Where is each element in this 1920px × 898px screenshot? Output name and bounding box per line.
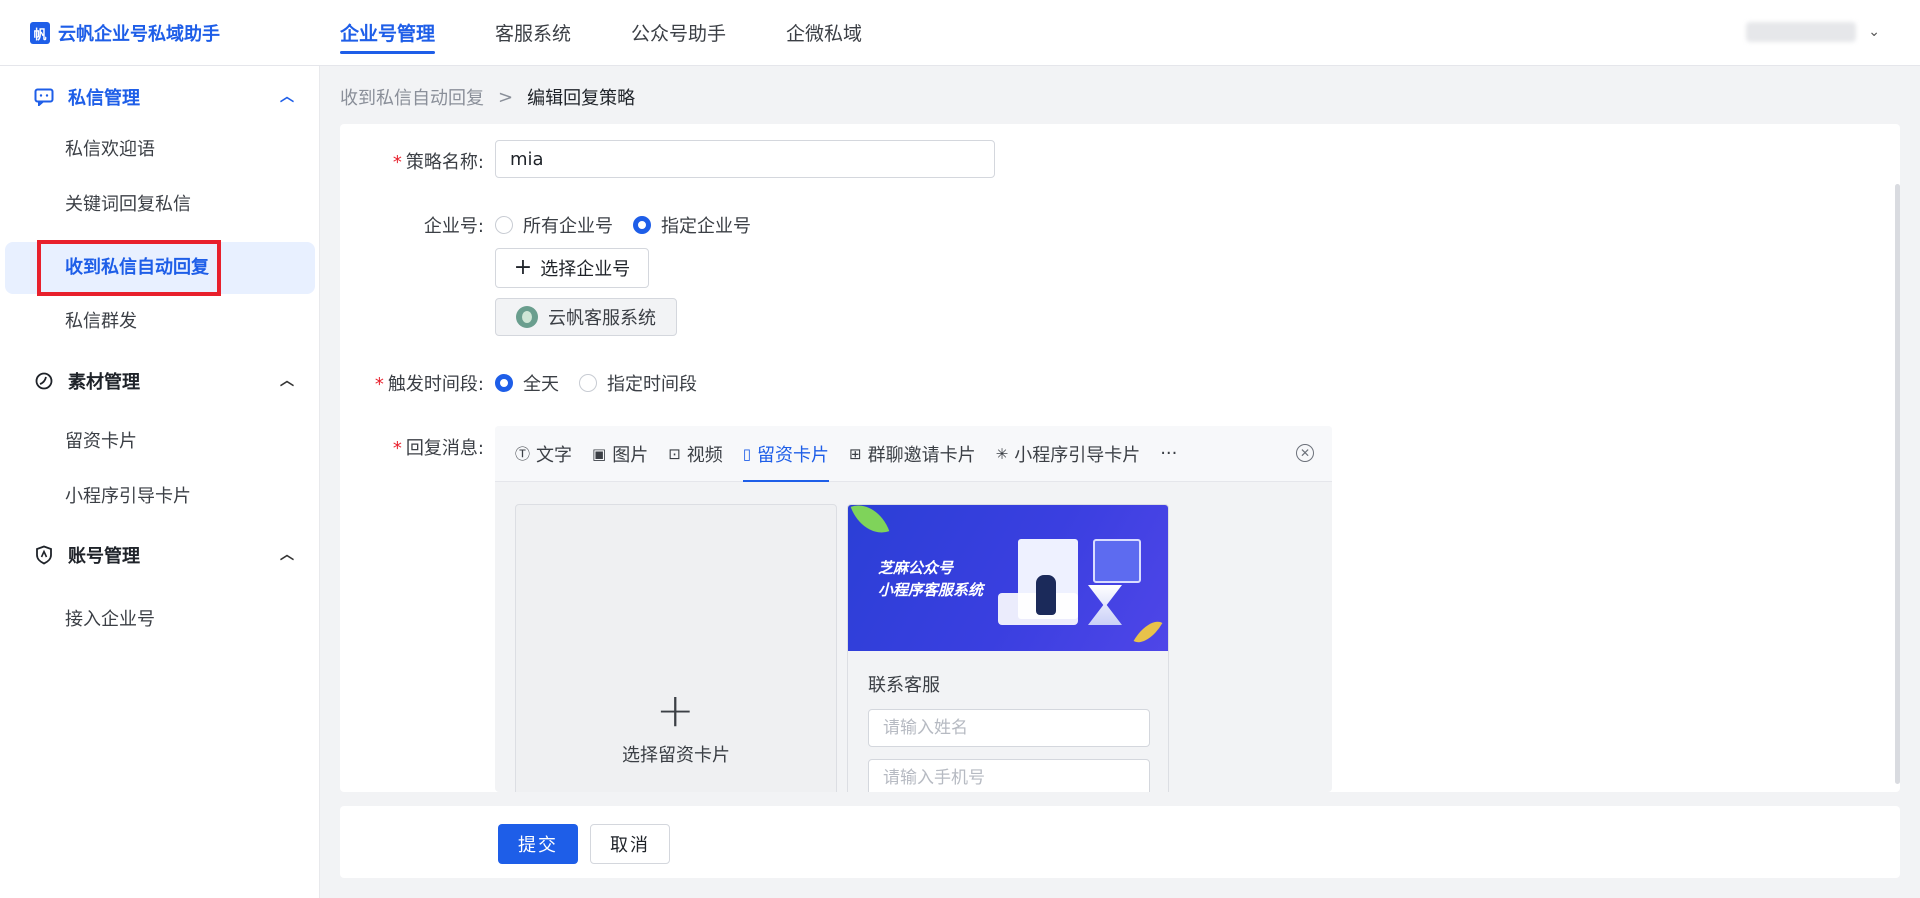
reply-message-label: * 回复消息:	[392, 438, 484, 459]
name-input[interactable]	[868, 709, 1150, 747]
strategy-name-input[interactable]	[495, 140, 995, 178]
reply-message-editor: Ⓣ 文字 ▣ 图片 ⊡ 视频 ▯ 留资卡片 ⊞ 群聊邀请卡片 ✳ 小程序引导卡片 ··· ✕…	[495, 426, 1332, 792]
select-enterprise-button[interactable]: + 选择企业号	[495, 248, 649, 288]
decorative-leaf	[1133, 615, 1163, 649]
breadcrumb: 收到私信自动回复 > 编辑回复策略	[340, 84, 635, 110]
select-lead-card-button[interactable]: + 选择留资卡片	[515, 504, 837, 792]
logo-icon: 帆	[30, 22, 50, 44]
lead-card-banner: 芝麻公众号 小程序客服系统	[848, 505, 1168, 651]
lead-card-preview: 芝麻公众号 小程序客服系统 联系客服	[847, 504, 1169, 792]
sidebar-item-auto-reply[interactable]: 收到私信自动回复	[5, 242, 315, 294]
sidebar-item-keyword-reply[interactable]: 关键词回复私信	[5, 179, 315, 231]
radio-dot	[495, 216, 513, 234]
top-nav: 企业号管理 客服系统 公众号助手 企微私域	[340, 0, 862, 66]
phone-input[interactable]	[868, 759, 1150, 792]
sidebar-item-connect-enterprise[interactable]: 接入企业号	[5, 594, 315, 646]
tab-miniprogram-card[interactable]: ✳ 小程序引导卡片	[996, 426, 1141, 482]
top-bar: 帆 云帆企业号私域助手 企业号管理 客服系统 公众号助手 企微私域 ⌄	[0, 0, 1920, 66]
chevron-down-icon: ⌄	[1868, 24, 1880, 40]
form-footer: 提交 取消	[340, 806, 1900, 878]
lead-card-title: 联系客服	[868, 675, 940, 696]
sidebar-group-message[interactable]: 私信管理 ︿	[0, 70, 320, 124]
material-icon	[34, 371, 54, 391]
edit-strategy-form: *策略名称: 企业号: 所有企业号 指定企业号 + 选择企业号 云帆客服系统 *…	[340, 124, 1900, 792]
decorative-leaf	[850, 505, 890, 541]
sidebar-group-material[interactable]: 素材管理 ︿	[0, 354, 320, 408]
chevron-right-icon: >	[498, 86, 514, 108]
more-tabs-button[interactable]: ···	[1160, 443, 1177, 464]
submit-button[interactable]: 提交	[498, 824, 578, 864]
app-name: 云帆企业号私域助手	[58, 24, 220, 45]
enterprise-radio-group: 所有企业号 指定企业号	[495, 212, 771, 238]
sidebar-group-label: 账号管理	[68, 546, 140, 567]
section-divider	[340, 792, 1900, 806]
hourglass-icon	[1088, 585, 1122, 625]
avatar	[516, 306, 538, 328]
group-invite-icon: ⊞	[849, 444, 862, 463]
tab-group-invite-card[interactable]: ⊞ 群聊邀请卡片	[849, 426, 976, 482]
banner-line-1: 芝麻公众号	[878, 559, 954, 577]
app-logo[interactable]: 帆 云帆企业号私域助手	[30, 20, 220, 46]
tab-image[interactable]: ▣ 图片	[592, 426, 648, 482]
banner-line-2: 小程序客服系统	[878, 581, 984, 599]
topnav-customer-service[interactable]: 客服系统	[495, 0, 571, 66]
tab-text[interactable]: Ⓣ 文字	[515, 426, 572, 482]
topnav-wecom[interactable]: 企微私域	[786, 0, 862, 66]
trigger-time-label: * 触发时间段:	[374, 374, 484, 395]
text-icon: Ⓣ	[515, 445, 531, 463]
tab-video[interactable]: ⊡ 视频	[668, 426, 723, 482]
banner-text: 芝麻公众号 小程序客服系统	[878, 557, 983, 601]
illustration-panel	[1093, 539, 1141, 583]
breadcrumb-parent[interactable]: 收到私信自动回复	[340, 84, 484, 110]
sidebar-group-label: 素材管理	[68, 372, 140, 393]
scrollbar[interactable]	[1895, 184, 1900, 784]
strategy-name-label: * 策略名称:	[392, 152, 484, 173]
plus-icon: +	[513, 255, 533, 280]
card-icon: ▯	[742, 444, 752, 463]
plus-icon: +	[656, 683, 695, 737]
illustration-person	[1036, 575, 1056, 615]
sidebar-group-label: 私信管理	[68, 88, 140, 109]
chevron-up-icon: ︿	[280, 373, 294, 389]
radio-all-day[interactable]: 全天	[495, 370, 559, 396]
image-icon: ▣	[592, 444, 607, 463]
radio-specified-time[interactable]: 指定时间段	[579, 370, 697, 396]
message-icon	[34, 87, 54, 107]
radio-dot	[579, 374, 597, 392]
shield-icon	[34, 545, 54, 565]
account-menu[interactable]: ⌄	[1746, 22, 1880, 42]
select-lead-card-label: 选择留资卡片	[622, 745, 730, 766]
chevron-up-icon: ︿	[280, 89, 294, 105]
sidebar-item-welcome[interactable]: 私信欢迎语	[5, 124, 315, 176]
video-icon: ⊡	[668, 444, 681, 463]
selected-enterprise-chip[interactable]: 云帆客服系统	[495, 298, 677, 336]
enterprise-label: 企业号:	[423, 216, 484, 237]
sidebar: 私信管理 ︿ 私信欢迎语 关键词回复私信 收到私信自动回复 私信群发 素材管理 …	[0, 66, 320, 898]
sidebar-item-miniprogram-card[interactable]: 小程序引导卡片	[5, 471, 315, 523]
asterisk-icon: ✳	[995, 444, 1009, 463]
sidebar-item-mass-message[interactable]: 私信群发	[5, 296, 315, 348]
sidebar-item-lead-card[interactable]: 留资卡片	[5, 416, 315, 468]
account-name-blurred	[1746, 22, 1857, 42]
tab-lead-card[interactable]: ▯ 留资卡片	[742, 426, 830, 482]
radio-dot	[495, 374, 513, 392]
topnav-enterprise[interactable]: 企业号管理	[340, 0, 436, 66]
radio-all-enterprise[interactable]: 所有企业号	[495, 212, 613, 238]
radio-specified-enterprise[interactable]: 指定企业号	[633, 212, 751, 238]
breadcrumb-current: 编辑回复策略	[527, 88, 636, 109]
reply-type-tabs: Ⓣ 文字 ▣ 图片 ⊡ 视频 ▯ 留资卡片 ⊞ 群聊邀请卡片 ✳ 小程序引导卡片 ···	[495, 426, 1332, 482]
radio-dot	[633, 216, 651, 234]
cancel-button[interactable]: 取消	[590, 824, 670, 864]
close-icon[interactable]: ✕	[1296, 444, 1314, 462]
trigger-time-radio-group: 全天 指定时间段	[495, 370, 717, 396]
sidebar-group-account[interactable]: 账号管理 ︿	[0, 528, 320, 582]
topnav-official-account[interactable]: 公众号助手	[631, 0, 726, 66]
chevron-up-icon: ︿	[280, 547, 294, 563]
